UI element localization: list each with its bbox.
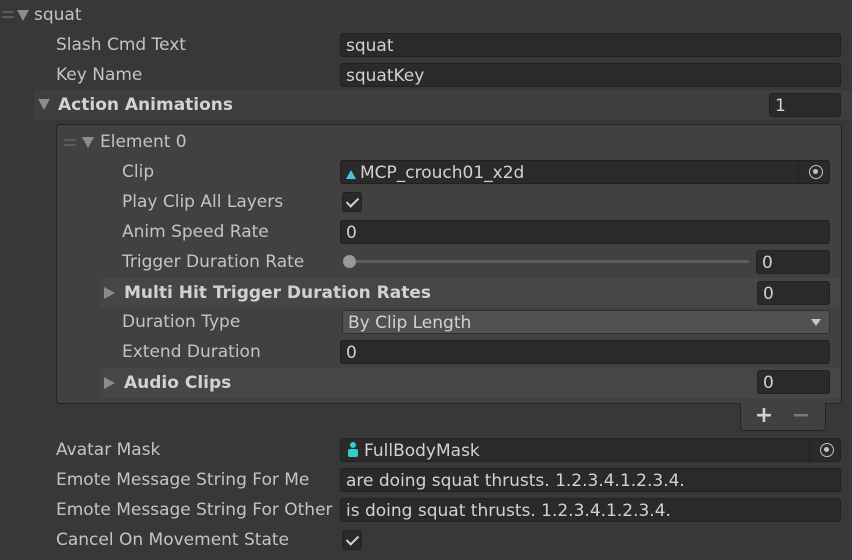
trigger-duration-rate-label: Trigger Duration Rate [122,252,305,272]
trigger-duration-rate-slider-thumb[interactable] [343,255,356,268]
play-clip-all-layers-checkbox[interactable] [342,192,362,212]
emote-other-field[interactable]: is doing squat thrusts. 1.2.3.4.1.2.3.4. [340,498,841,522]
action-animations-label: Action Animations [58,95,234,115]
cancel-on-movement-checkbox[interactable] [342,530,362,550]
duration-type-label: Duration Type [122,312,241,332]
emote-other-label: Emote Message String For Other [56,500,333,520]
remove-element-button[interactable]: − [789,403,813,429]
foldout-arrow-icon[interactable] [82,137,94,148]
foldout-arrow-icon[interactable] [104,377,115,389]
drag-handle-icon[interactable] [64,139,76,146]
duration-type-dropdown[interactable]: By Clip Length [342,310,830,334]
slash-cmd-text-label: Slash Cmd Text [56,35,186,55]
object-picker-icon[interactable] [809,165,823,179]
object-field-separator [798,161,799,183]
object-field-separator [809,439,810,461]
clip-value: MCP_crouch01_x2d [360,163,525,183]
drag-handle-icon[interactable] [2,11,14,18]
play-clip-all-layers-label: Play Clip All Layers [122,192,284,212]
audio-clips-label: Audio Clips [124,373,232,393]
action-animations-size-field[interactable]: 1 [769,93,841,117]
cancel-on-movement-label: Cancel On Movement State [56,530,290,550]
clip-label: Clip [122,162,155,182]
multi-hit-label: Multi Hit Trigger Duration Rates [124,283,431,303]
avatar-mask-object-field[interactable]: FullBodyMask [340,438,841,462]
foldout-arrow-icon[interactable] [104,287,115,299]
emote-me-field[interactable]: are doing squat thrusts. 1.2.3.4.1.2.3.4… [340,468,841,492]
trigger-duration-rate-slider-track[interactable] [344,260,749,263]
multi-hit-size-field[interactable]: 0 [757,281,830,305]
extend-duration-label: Extend Duration [122,342,261,362]
checkmark-icon [345,194,360,208]
emote-me-label: Emote Message String For Me [56,470,310,490]
dropdown-arrow-icon [811,319,821,326]
object-picker-icon[interactable] [820,443,834,457]
animation-clip-icon [346,170,356,179]
key-name-label: Key Name [56,65,143,85]
audio-clips-size-field[interactable]: 0 [757,370,830,394]
anim-speed-rate-field[interactable]: 0 [340,220,830,244]
foldout-arrow-icon[interactable] [38,99,50,110]
trigger-duration-rate-field[interactable]: 0 [756,250,830,274]
anim-speed-rate-label: Anim Speed Rate [122,222,269,242]
root-label: squat [34,5,82,25]
extend-duration-field[interactable]: 0 [340,340,830,364]
avatar-mask-icon [346,442,360,458]
add-element-button[interactable]: + [752,403,776,429]
clip-object-field[interactable]: MCP_crouch01_x2d [340,160,830,184]
foldout-arrow-icon[interactable] [17,10,29,21]
key-name-field[interactable]: squatKey [340,63,841,87]
checkmark-icon [345,532,360,546]
slash-cmd-text-field[interactable]: squat [340,33,841,57]
duration-type-value: By Clip Length [348,313,472,333]
element-0-label: Element 0 [100,132,187,152]
avatar-mask-label: Avatar Mask [56,440,161,460]
avatar-mask-value: FullBodyMask [364,441,480,461]
